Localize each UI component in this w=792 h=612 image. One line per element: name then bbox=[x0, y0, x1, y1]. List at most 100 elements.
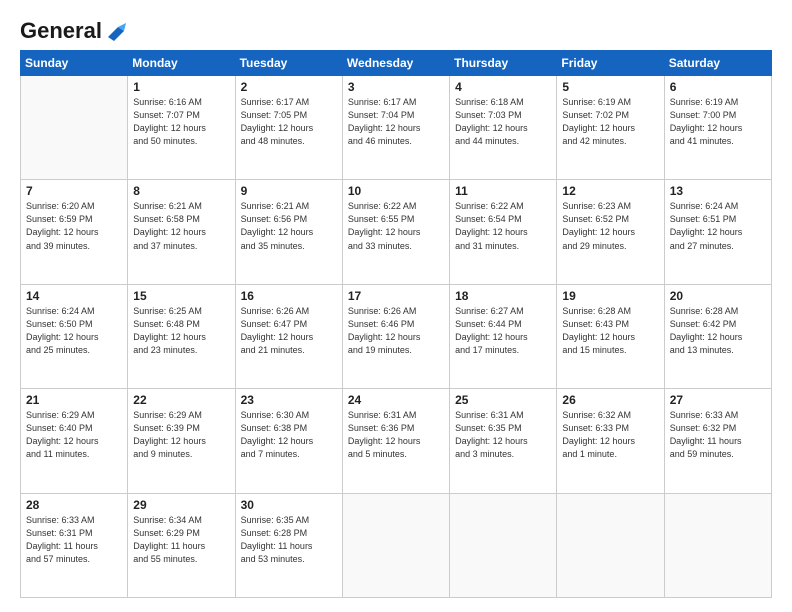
day-number: 28 bbox=[26, 498, 122, 512]
table-row: 12Sunrise: 6:23 AM Sunset: 6:52 PM Dayli… bbox=[557, 180, 664, 284]
table-row: 14 Sunrise: 6:24 AM Sunset: 6:50 PM Dayli… bbox=[21, 284, 128, 388]
day-number: 17 bbox=[348, 289, 444, 303]
day-number: 5 bbox=[562, 80, 658, 94]
day-number: 13 bbox=[670, 184, 766, 198]
day-info: Sunrise: 6:31 AM Sunset: 6:35 PM Dayligh… bbox=[455, 409, 551, 461]
day-info: Sunrise: 6:25 AM Sunset: 6:48 PM Dayligh… bbox=[133, 305, 229, 357]
logo: General bbox=[20, 18, 126, 40]
table-row: 24Sunrise: 6:31 AM Sunset: 6:36 PM Dayli… bbox=[342, 389, 449, 493]
table-row bbox=[450, 493, 557, 597]
day-info: Sunrise: 6:31 AM Sunset: 6:36 PM Dayligh… bbox=[348, 409, 444, 461]
day-number: 8 bbox=[133, 184, 229, 198]
table-row bbox=[21, 76, 128, 180]
day-number: 9 bbox=[241, 184, 337, 198]
table-row: 4 Sunrise: 6:18 AM Sunset: 7:03 PM Daylig… bbox=[450, 76, 557, 180]
day-number: 30 bbox=[241, 498, 337, 512]
col-thursday: Thursday bbox=[450, 51, 557, 76]
day-number: 19 bbox=[562, 289, 658, 303]
day-info: Sunrise: 6:33 AM Sunset: 6:31 PM Dayligh… bbox=[26, 514, 122, 566]
day-number: 11 bbox=[455, 184, 551, 198]
day-number: 6 bbox=[670, 80, 766, 94]
day-number: 3 bbox=[348, 80, 444, 94]
calendar-week-row: 21 Sunrise: 6:29 AM Sunset: 6:40 PM Dayli… bbox=[21, 389, 772, 493]
header: General bbox=[20, 18, 772, 40]
day-number: 10 bbox=[348, 184, 444, 198]
col-friday: Friday bbox=[557, 51, 664, 76]
day-info: Sunrise: 6:19 AM Sunset: 7:02 PM Dayligh… bbox=[562, 96, 658, 148]
day-info: Sunrise: 6:21 AM Sunset: 6:58 PM Dayligh… bbox=[133, 200, 229, 252]
day-info: Sunrise: 6:18 AM Sunset: 7:03 PM Dayligh… bbox=[455, 96, 551, 148]
day-number: 4 bbox=[455, 80, 551, 94]
day-info: Sunrise: 6:17 AM Sunset: 7:05 PM Dayligh… bbox=[241, 96, 337, 148]
day-number: 16 bbox=[241, 289, 337, 303]
table-row: 13 Sunrise: 6:24 AM Sunset: 6:51 PM Dayli… bbox=[664, 180, 771, 284]
table-row: 20Sunrise: 6:28 AM Sunset: 6:42 PM Dayli… bbox=[664, 284, 771, 388]
col-sunday: Sunday bbox=[21, 51, 128, 76]
day-info: Sunrise: 6:22 AM Sunset: 6:54 PM Dayligh… bbox=[455, 200, 551, 252]
table-row: 16 Sunrise: 6:26 AM Sunset: 6:47 PM Dayli… bbox=[235, 284, 342, 388]
day-info: Sunrise: 6:28 AM Sunset: 6:42 PM Dayligh… bbox=[670, 305, 766, 357]
table-row: 9Sunrise: 6:21 AM Sunset: 6:56 PM Daylig… bbox=[235, 180, 342, 284]
day-number: 26 bbox=[562, 393, 658, 407]
day-number: 23 bbox=[241, 393, 337, 407]
day-number: 22 bbox=[133, 393, 229, 407]
table-row bbox=[664, 493, 771, 597]
day-number: 27 bbox=[670, 393, 766, 407]
col-wednesday: Wednesday bbox=[342, 51, 449, 76]
table-row: 6 Sunrise: 6:19 AM Sunset: 7:00 PM Daylig… bbox=[664, 76, 771, 180]
col-monday: Monday bbox=[128, 51, 235, 76]
day-number: 2 bbox=[241, 80, 337, 94]
table-row: 3 Sunrise: 6:17 AM Sunset: 7:04 PM Daylig… bbox=[342, 76, 449, 180]
day-info: Sunrise: 6:33 AM Sunset: 6:32 PM Dayligh… bbox=[670, 409, 766, 461]
day-info: Sunrise: 6:29 AM Sunset: 6:40 PM Dayligh… bbox=[26, 409, 122, 461]
table-row: 21 Sunrise: 6:29 AM Sunset: 6:40 PM Dayli… bbox=[21, 389, 128, 493]
day-number: 15 bbox=[133, 289, 229, 303]
table-row: 22 Sunrise: 6:29 AM Sunset: 6:39 PM Dayli… bbox=[128, 389, 235, 493]
day-info: Sunrise: 6:35 AM Sunset: 6:28 PM Dayligh… bbox=[241, 514, 337, 566]
day-info: Sunrise: 6:28 AM Sunset: 6:43 PM Dayligh… bbox=[562, 305, 658, 357]
day-info: Sunrise: 6:24 AM Sunset: 6:51 PM Dayligh… bbox=[670, 200, 766, 252]
table-row: 11 Sunrise: 6:22 AM Sunset: 6:54 PM Dayli… bbox=[450, 180, 557, 284]
table-row: 23 Sunrise: 6:30 AM Sunset: 6:38 PM Dayli… bbox=[235, 389, 342, 493]
day-info: Sunrise: 6:22 AM Sunset: 6:55 PM Dayligh… bbox=[348, 200, 444, 252]
day-number: 18 bbox=[455, 289, 551, 303]
calendar-week-row: 14 Sunrise: 6:24 AM Sunset: 6:50 PM Dayli… bbox=[21, 284, 772, 388]
day-info: Sunrise: 6:32 AM Sunset: 6:33 PM Dayligh… bbox=[562, 409, 658, 461]
day-number: 21 bbox=[26, 393, 122, 407]
day-info: Sunrise: 6:20 AM Sunset: 6:59 PM Dayligh… bbox=[26, 200, 122, 252]
calendar-week-row: 1 Sunrise: 6:16 AM Sunset: 7:07 PM Daylig… bbox=[21, 76, 772, 180]
logo-general: General bbox=[20, 18, 102, 44]
table-row: 2 Sunrise: 6:17 AM Sunset: 7:05 PM Daylig… bbox=[235, 76, 342, 180]
day-info: Sunrise: 6:16 AM Sunset: 7:07 PM Dayligh… bbox=[133, 96, 229, 148]
day-info: Sunrise: 6:34 AM Sunset: 6:29 PM Dayligh… bbox=[133, 514, 229, 566]
day-info: Sunrise: 6:19 AM Sunset: 7:00 PM Dayligh… bbox=[670, 96, 766, 148]
day-info: Sunrise: 6:30 AM Sunset: 6:38 PM Dayligh… bbox=[241, 409, 337, 461]
calendar-week-row: 7 Sunrise: 6:20 AM Sunset: 6:59 PM Daylig… bbox=[21, 180, 772, 284]
day-number: 7 bbox=[26, 184, 122, 198]
table-row: 18Sunrise: 6:27 AM Sunset: 6:44 PM Dayli… bbox=[450, 284, 557, 388]
table-row bbox=[342, 493, 449, 597]
logo-bird-icon bbox=[104, 23, 126, 41]
day-info: Sunrise: 6:17 AM Sunset: 7:04 PM Dayligh… bbox=[348, 96, 444, 148]
table-row: 29 Sunrise: 6:34 AM Sunset: 6:29 PM Dayli… bbox=[128, 493, 235, 597]
day-number: 1 bbox=[133, 80, 229, 94]
day-info: Sunrise: 6:24 AM Sunset: 6:50 PM Dayligh… bbox=[26, 305, 122, 357]
day-info: Sunrise: 6:23 AM Sunset: 6:52 PM Dayligh… bbox=[562, 200, 658, 252]
page: General Sunday Monday Tuesday Wednesday … bbox=[0, 0, 792, 612]
day-number: 14 bbox=[26, 289, 122, 303]
calendar-week-row: 28 Sunrise: 6:33 AM Sunset: 6:31 PM Dayli… bbox=[21, 493, 772, 597]
day-number: 29 bbox=[133, 498, 229, 512]
table-row: 27 Sunrise: 6:33 AM Sunset: 6:32 PM Dayli… bbox=[664, 389, 771, 493]
table-row: 26 Sunrise: 6:32 AM Sunset: 6:33 PM Dayli… bbox=[557, 389, 664, 493]
day-info: Sunrise: 6:26 AM Sunset: 6:47 PM Dayligh… bbox=[241, 305, 337, 357]
table-row: 25 Sunrise: 6:31 AM Sunset: 6:35 PM Dayli… bbox=[450, 389, 557, 493]
table-row: 10 Sunrise: 6:22 AM Sunset: 6:55 PM Dayli… bbox=[342, 180, 449, 284]
table-row: 7 Sunrise: 6:20 AM Sunset: 6:59 PM Daylig… bbox=[21, 180, 128, 284]
day-number: 25 bbox=[455, 393, 551, 407]
table-row: 28 Sunrise: 6:33 AM Sunset: 6:31 PM Dayli… bbox=[21, 493, 128, 597]
table-row: 15 Sunrise: 6:25 AM Sunset: 6:48 PM Dayli… bbox=[128, 284, 235, 388]
col-tuesday: Tuesday bbox=[235, 51, 342, 76]
calendar-header-row: Sunday Monday Tuesday Wednesday Thursday… bbox=[21, 51, 772, 76]
table-row bbox=[557, 493, 664, 597]
day-info: Sunrise: 6:29 AM Sunset: 6:39 PM Dayligh… bbox=[133, 409, 229, 461]
